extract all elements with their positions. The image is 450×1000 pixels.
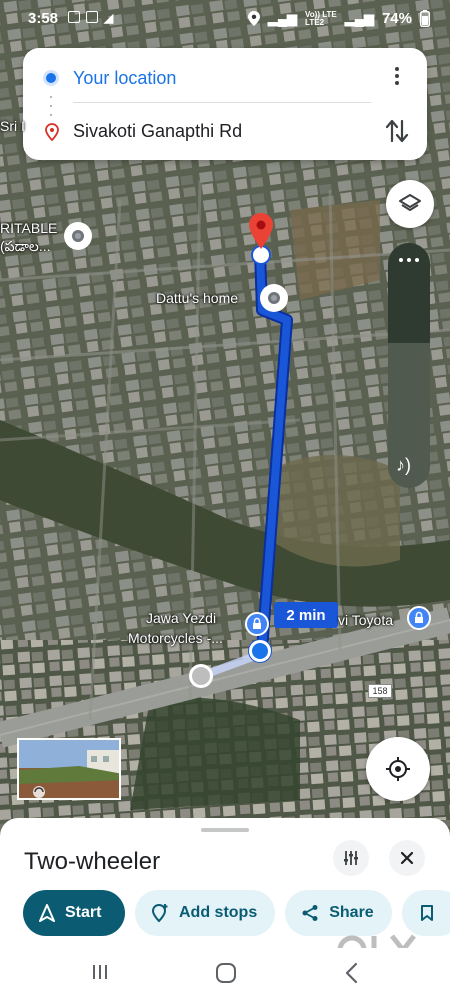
place-label-toyota[interactable]: vi Toyota <box>338 612 393 628</box>
notification-icons: ◢ <box>68 11 113 25</box>
start-label: Start <box>65 904 102 921</box>
network-line2: LTE2 <box>305 17 325 27</box>
shopping-pin-icon[interactable] <box>407 606 431 630</box>
more-horiz-icon[interactable] <box>397 258 421 268</box>
layers-button[interactable] <box>386 180 434 228</box>
poi-label-line1[interactable]: RITABLE <box>0 220 57 236</box>
notification-icon <box>68 11 80 23</box>
divider <box>73 102 371 103</box>
battery-icon <box>420 10 430 27</box>
place-label-dattus-home[interactable]: Dattu's home <box>156 290 238 306</box>
swap-icon[interactable] <box>383 116 411 146</box>
route-time-badge[interactable]: 2 min <box>274 602 338 628</box>
origin-row[interactable]: Your location <box>23 56 427 100</box>
signal-icon: ▂▄▆ <box>344 10 374 26</box>
start-button[interactable]: Start <box>23 890 125 936</box>
home-icon[interactable] <box>215 962 237 984</box>
system-nav-bar <box>0 948 450 1000</box>
status-bar: 3:58 ◢ ▂▄▆ Vo)) LTE LTE2 ▂▄▆ 74% <box>0 0 450 38</box>
add-stops-button[interactable]: Add stops <box>135 890 276 936</box>
destination-row[interactable]: Sivakoti Ganapthi Rd <box>23 109 427 153</box>
recents-icon[interactable] <box>90 962 110 982</box>
filter-icon <box>344 851 358 865</box>
back-icon[interactable] <box>344 962 358 984</box>
poi-pin-icon[interactable] <box>64 222 92 250</box>
travel-mode-title: Two-wheeler <box>24 848 161 875</box>
notification-icon <box>86 11 98 23</box>
sheet-drag-handle[interactable] <box>201 828 249 832</box>
status-time: 3:58 <box>28 10 59 27</box>
battery-percent: 74% <box>381 10 412 27</box>
origin-field[interactable]: Your location <box>73 68 176 89</box>
notification-icon: ◢ <box>104 11 114 25</box>
add-location-icon <box>151 903 168 923</box>
destination-marker-icon[interactable] <box>245 211 277 267</box>
road-number-shield: 158 <box>368 684 392 698</box>
close-button[interactable] <box>389 840 425 876</box>
my-location-icon <box>386 757 410 781</box>
location-icon <box>247 11 260 26</box>
place-label-jawa-line1[interactable]: Jawa Yezdi <box>146 610 216 626</box>
directions-card: Your location Sivakoti Ganapthi Rd <box>23 48 427 160</box>
origin-marker-icon <box>249 640 271 662</box>
origin-dot-icon <box>46 73 56 83</box>
add-stops-label: Add stops <box>179 904 258 921</box>
share-icon <box>302 905 318 921</box>
saved-place-pin-icon[interactable] <box>260 284 288 312</box>
destination-field[interactable]: Sivakoti Ganapthi Rd <box>73 121 242 142</box>
bookmark-icon <box>420 905 433 921</box>
network-indicator: Vo)) LTE LTE2 <box>305 10 337 27</box>
map-label-partial: Sri I <box>0 118 25 134</box>
start-point-icon <box>189 664 213 688</box>
route-options-button[interactable] <box>333 840 369 876</box>
place-label-jawa-line2[interactable]: Motorcycles -... <box>128 630 223 646</box>
street-view-image <box>19 740 119 798</box>
volume-icon[interactable]: ♪) <box>396 455 411 476</box>
status-right: ▂▄▆ Vo)) LTE LTE2 ▂▄▆ 74% <box>247 10 430 27</box>
signal-icon: ▂▄▆ <box>267 10 298 26</box>
my-location-button[interactable] <box>366 737 430 801</box>
volume-panel[interactable]: ♪) <box>388 243 430 488</box>
destination-pin-icon <box>45 123 59 141</box>
layers-icon <box>399 194 421 211</box>
navigation-icon <box>39 904 55 922</box>
share-label: Share <box>329 904 374 921</box>
more-vert-icon[interactable] <box>387 64 407 88</box>
poi-label-line2[interactable]: (పడాల... <box>0 238 51 258</box>
shopping-pin-icon[interactable] <box>245 612 269 636</box>
street-view-thumbnail[interactable] <box>17 738 121 800</box>
close-icon <box>400 851 414 865</box>
